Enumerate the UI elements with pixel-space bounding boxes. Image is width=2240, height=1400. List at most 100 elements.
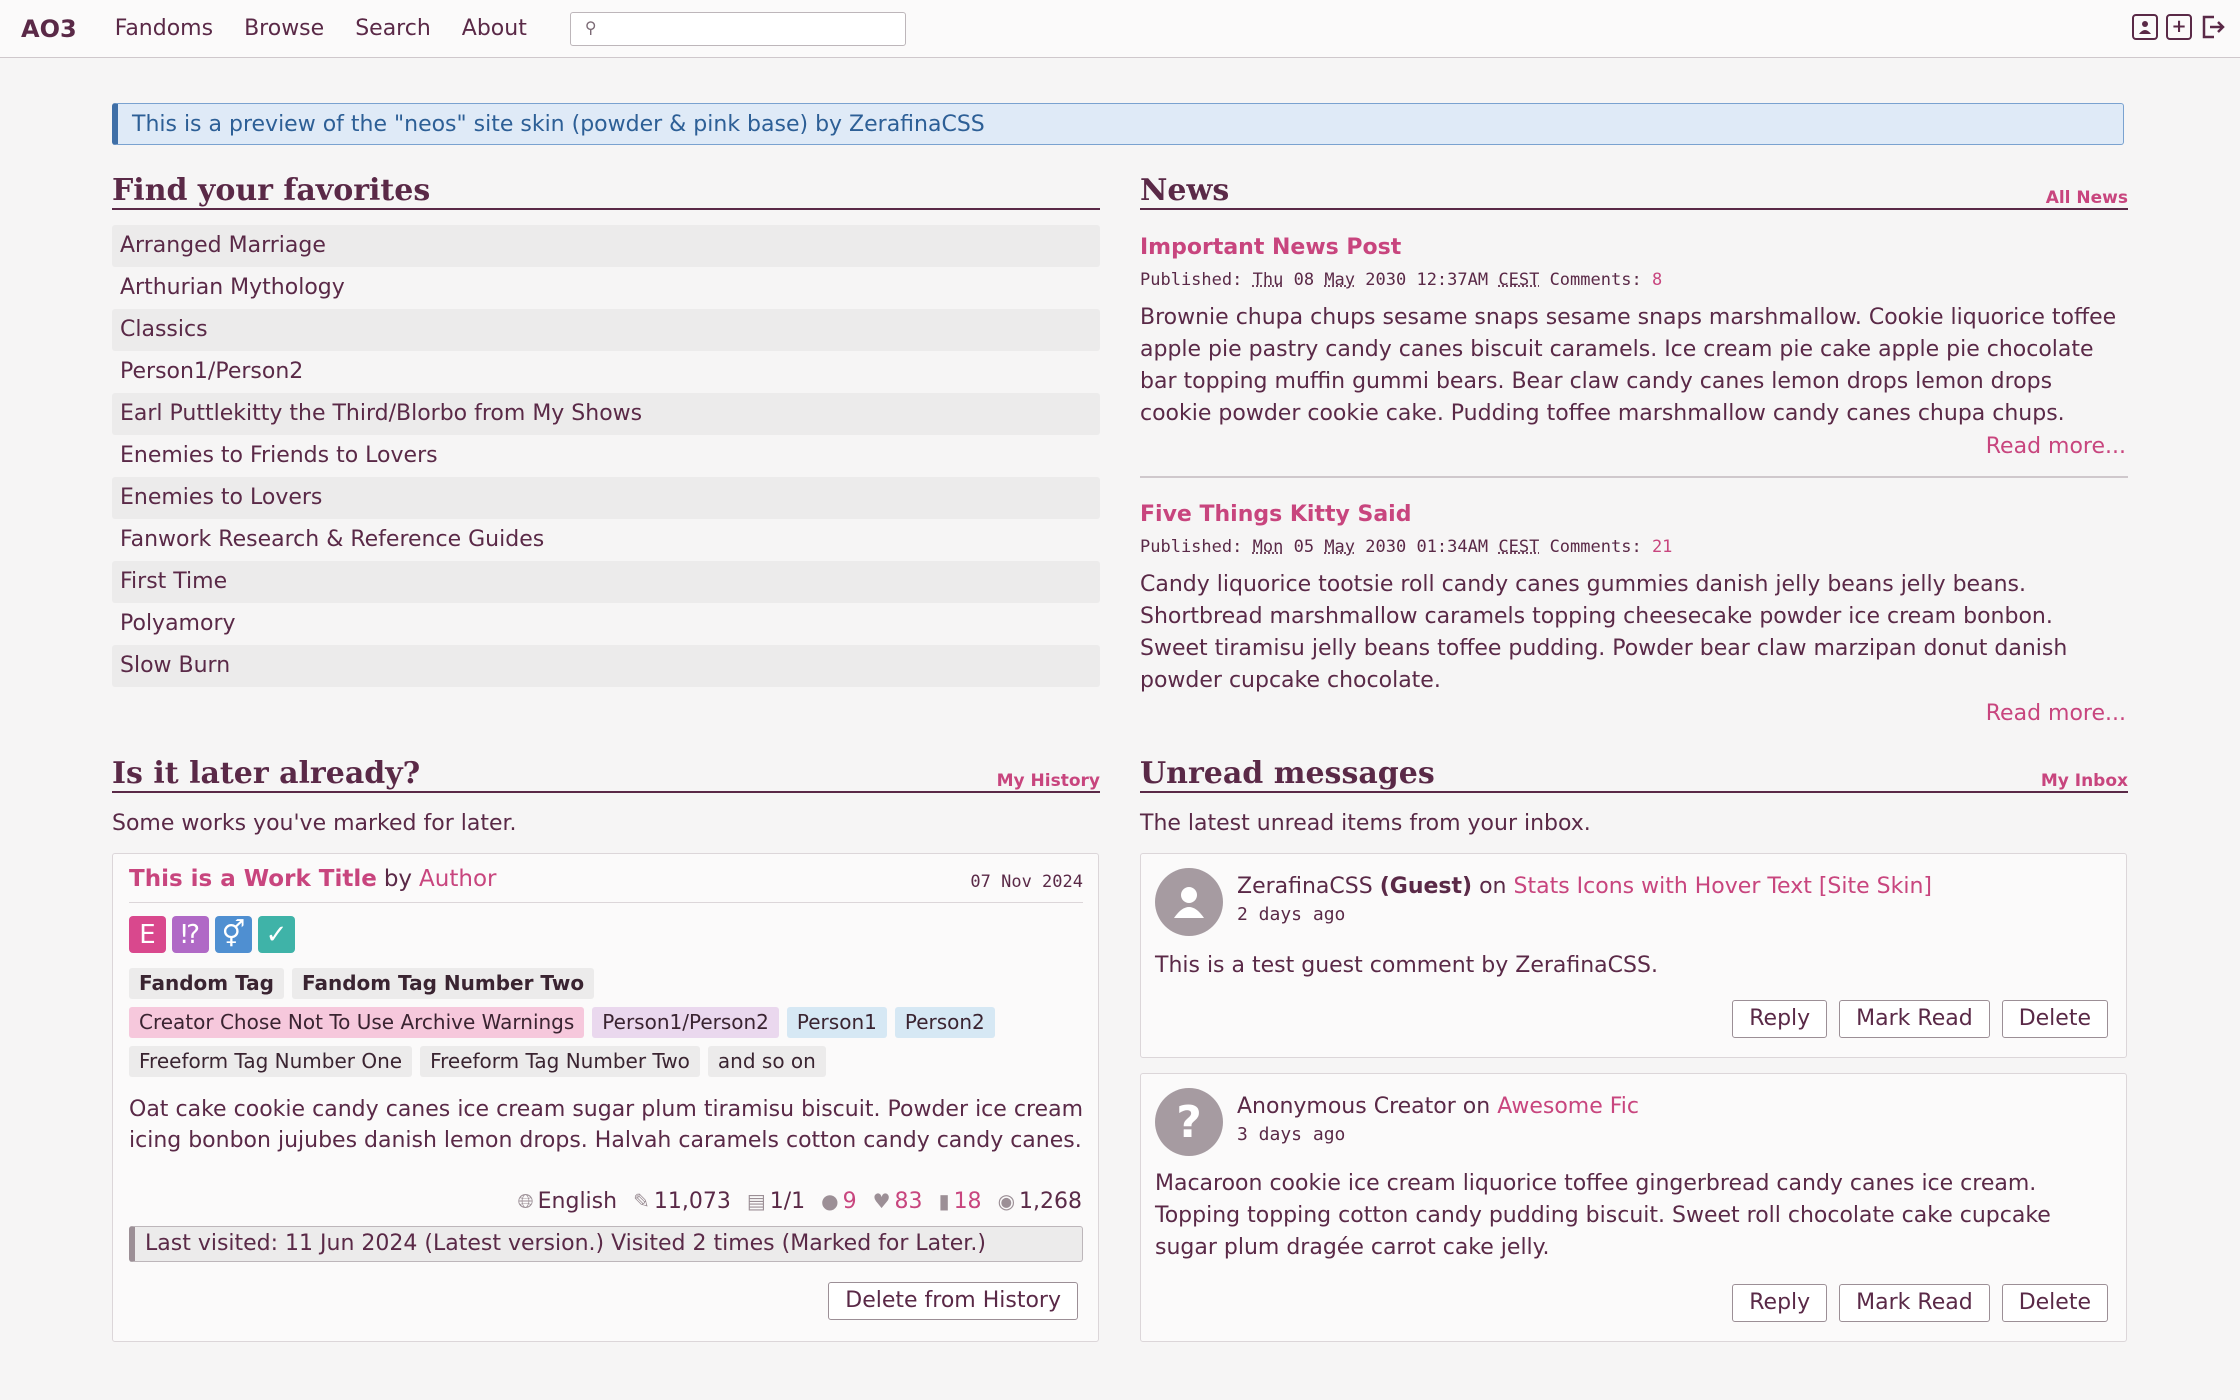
stat-words: ✎ 11,073 bbox=[633, 1189, 731, 1214]
comments-count[interactable]: 21 bbox=[1652, 537, 1672, 557]
published-month: May bbox=[1324, 270, 1356, 290]
nav-search[interactable]: Search bbox=[355, 16, 431, 41]
reply-button[interactable]: Reply bbox=[1732, 1000, 1828, 1038]
news-title: News bbox=[1140, 173, 1230, 208]
my-history-link[interactable]: My History bbox=[997, 771, 1100, 791]
my-inbox-link[interactable]: My Inbox bbox=[2041, 771, 2128, 791]
work-stats: 🌐︎ English ✎ 11,073 ▤ 1/1 ● 9 ♥ 83 ▮ 18 ◉ 1,268 bbox=[518, 1189, 1082, 1214]
freeform-tag[interactable]: Freeform Tag Number One bbox=[129, 1046, 413, 1077]
hits-value: 1,268 bbox=[1019, 1189, 1082, 1214]
favorite-item[interactable]: Fanwork Research & Reference Guides bbox=[112, 519, 1100, 561]
fandom-tags: Fandom Tag Fandom Tag Number Two bbox=[129, 968, 595, 999]
rating-explicit-icon[interactable]: E bbox=[129, 916, 166, 953]
inbox-message: ZerafinaCSS (Guest) on Stats Icons with … bbox=[1140, 853, 2127, 1058]
nav-fandoms[interactable]: Fandoms bbox=[115, 16, 213, 41]
favorite-item[interactable]: Person1/Person2 bbox=[112, 351, 1100, 393]
later-header: Is it later already? My History bbox=[112, 757, 1100, 793]
delete-from-history-button[interactable]: Delete from History bbox=[828, 1282, 1078, 1320]
all-news-link[interactable]: All News bbox=[2046, 188, 2128, 208]
fandom-tag[interactable]: Fandom Tag bbox=[129, 968, 284, 999]
published-day: Thu bbox=[1252, 270, 1284, 290]
required-tags: E ⁉ ⚥ ✓ bbox=[129, 916, 295, 953]
work-title[interactable]: This is a Work Title bbox=[129, 866, 377, 892]
search-input[interactable]: ⚲ bbox=[569, 11, 906, 46]
words-value: 11,073 bbox=[653, 1189, 731, 1214]
warning-choose-not-icon[interactable]: ⁉ bbox=[172, 916, 209, 953]
inbox-title: Unread messages bbox=[1140, 756, 1435, 791]
news-post-body: Candy liquorice tootsie roll candy canes… bbox=[1140, 572, 2068, 693]
mark-read-button[interactable]: Mark Read bbox=[1839, 1284, 1990, 1322]
message-actions: Reply Mark Read Delete bbox=[1732, 1284, 2108, 1322]
relationship-tag[interactable]: Person1/Person2 bbox=[592, 1007, 779, 1038]
news-post-title[interactable]: Five Things Kitty Said bbox=[1140, 502, 2126, 527]
later-title: Is it later already? bbox=[112, 756, 421, 791]
main-nav: Fandoms Browse Search About bbox=[115, 16, 558, 41]
nav-about[interactable]: About bbox=[462, 16, 527, 41]
post-new-icon[interactable]: + bbox=[2166, 14, 2192, 40]
freeform-tags: Freeform Tag Number One Freeform Tag Num… bbox=[129, 1046, 826, 1077]
favorites-list: Arranged Marriage Arthurian Mythology Cl… bbox=[112, 225, 1100, 687]
comments-count[interactable]: 8 bbox=[1652, 270, 1662, 290]
favorite-item[interactable]: Slow Burn bbox=[112, 645, 1100, 687]
fandom-tag[interactable]: Fandom Tag Number Two bbox=[291, 968, 595, 999]
published-timezone: CEST bbox=[1498, 270, 1540, 290]
stat-bookmarks[interactable]: ▮ 18 bbox=[939, 1189, 982, 1214]
on-label: on bbox=[1462, 1094, 1491, 1119]
published-label: Published: bbox=[1140, 270, 1243, 290]
message-work-link[interactable]: Stats Icons with Hover Text [Site Skin] bbox=[1514, 874, 1933, 899]
news-post-meta: Published: Thu 08 May 2030 12:37AM CEST … bbox=[1140, 270, 2126, 290]
work-by: by bbox=[383, 866, 413, 892]
favorite-item[interactable]: Enemies to Lovers bbox=[112, 477, 1100, 519]
favorite-item[interactable]: Classics bbox=[112, 309, 1100, 351]
freeform-tag[interactable]: and so on bbox=[707, 1046, 826, 1077]
read-more-link[interactable]: Read more... bbox=[1140, 434, 2126, 459]
message-work-link[interactable]: Awesome Fic bbox=[1497, 1094, 1639, 1119]
stat-comments[interactable]: ● 9 bbox=[821, 1189, 856, 1214]
on-label: on bbox=[1479, 874, 1507, 899]
guest-label: (Guest) bbox=[1379, 874, 1473, 899]
site-logo[interactable]: AO3 bbox=[21, 15, 77, 43]
log-out-icon[interactable] bbox=[2200, 14, 2226, 40]
mark-read-button[interactable]: Mark Read bbox=[1839, 1000, 1990, 1038]
favorites-header: Find your favorites bbox=[112, 174, 1100, 210]
work-date: 07 Nov 2024 bbox=[970, 872, 1083, 892]
delete-button[interactable]: Delete bbox=[2001, 1284, 2108, 1322]
work-heading: This is a Work Title by Author 07 Nov 20… bbox=[129, 866, 1083, 903]
published-month: May bbox=[1324, 537, 1356, 557]
nav-browse[interactable]: Browse bbox=[244, 16, 324, 41]
favorite-item[interactable]: Polyamory bbox=[112, 603, 1100, 645]
read-more-link[interactable]: Read more... bbox=[1140, 701, 2126, 726]
character-tag[interactable]: Person1 bbox=[786, 1007, 887, 1038]
user-avatar-icon bbox=[1155, 868, 1223, 936]
favorite-item[interactable]: Enemies to Friends to Lovers bbox=[112, 435, 1100, 477]
message-sender-line: Anonymous Creator on Awesome Fic bbox=[1237, 1094, 1639, 1119]
bookmark-icon: ▮ bbox=[938, 1189, 950, 1213]
freeform-tag[interactable]: Freeform Tag Number Two bbox=[420, 1046, 700, 1077]
published-date: 08 bbox=[1293, 270, 1315, 290]
news-post-body: Brownie chupa chups sesame snaps sesame … bbox=[1140, 305, 2117, 426]
news-post-meta: Published: Mon 05 May 2030 01:34AM CEST … bbox=[1140, 537, 2126, 557]
language-value: English bbox=[537, 1189, 618, 1214]
work-author[interactable]: Author bbox=[419, 866, 496, 892]
published-day: Mon bbox=[1252, 537, 1284, 557]
message-time: 3 days ago bbox=[1237, 1124, 1346, 1145]
inbox-subtitle: The latest unread items from your inbox. bbox=[1140, 811, 1591, 836]
reply-button[interactable]: Reply bbox=[1732, 1284, 1828, 1322]
document-icon: ▤ bbox=[746, 1189, 766, 1213]
category-multi-icon[interactable]: ⚥ bbox=[215, 916, 252, 953]
stat-chapters: ▤ 1/1 bbox=[747, 1189, 805, 1214]
news-post: Five Things Kitty Said Published: Mon 05… bbox=[1140, 502, 2126, 726]
favorite-item[interactable]: Arthurian Mythology bbox=[112, 267, 1100, 309]
bookmarks-value: 18 bbox=[953, 1189, 982, 1214]
favorite-item[interactable]: Arranged Marriage bbox=[112, 225, 1100, 267]
warning-tag[interactable]: Creator Chose Not To Use Archive Warning… bbox=[129, 1007, 585, 1038]
favorite-item[interactable]: Earl Puttlekitty the Third/Blorbo from M… bbox=[112, 393, 1100, 435]
delete-button[interactable]: Delete bbox=[2001, 1000, 2108, 1038]
stat-kudos[interactable]: ♥ 83 bbox=[873, 1189, 923, 1214]
news-post-title[interactable]: Important News Post bbox=[1140, 235, 2126, 260]
profile-icon[interactable] bbox=[2132, 14, 2158, 40]
favorite-item[interactable]: First Time bbox=[112, 561, 1100, 603]
globe-icon: 🌐︎ bbox=[517, 1189, 534, 1213]
complete-work-icon[interactable]: ✓ bbox=[258, 916, 295, 953]
character-tag[interactable]: Person2 bbox=[894, 1007, 995, 1038]
